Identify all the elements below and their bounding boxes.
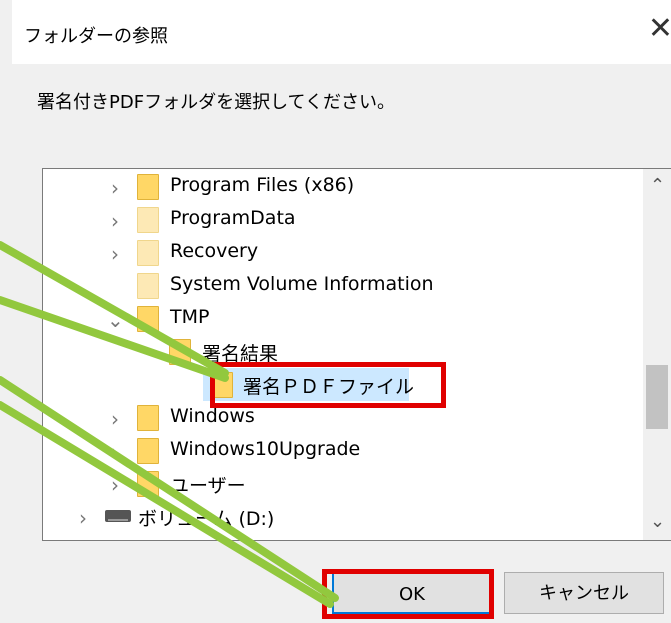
folder-icon bbox=[137, 174, 159, 200]
tree-item-label: 署名ＰＤＦファイル bbox=[243, 376, 415, 398]
tree-item[interactable]: › Windows10Upgrade bbox=[43, 434, 633, 467]
folder-tree[interactable]: › Program Files (x86) › ProgramData › Recover… bbox=[42, 168, 671, 541]
tree-item[interactable]: › ボリューム (D:) bbox=[43, 500, 633, 533]
browse-folder-dialog: フォルダーの参照 ✕ 署名付きPDFフォルダを選択してください。 › Progra… bbox=[12, 0, 671, 623]
title-bar: フォルダーの参照 ✕ bbox=[12, 0, 671, 64]
ok-button[interactable]: OK bbox=[332, 572, 492, 614]
tree-item-label: TMP bbox=[170, 306, 210, 328]
tree-item-label: Windows bbox=[170, 405, 255, 427]
chevron-right-icon[interactable]: › bbox=[107, 440, 123, 464]
tree-item-label: 署名結果 bbox=[202, 343, 279, 365]
folder-icon bbox=[137, 438, 159, 464]
chevron-right-icon[interactable]: › bbox=[107, 407, 123, 431]
close-icon[interactable]: ✕ bbox=[648, 14, 671, 44]
drive-icon bbox=[105, 510, 131, 522]
folder-icon bbox=[137, 306, 159, 332]
folder-icon bbox=[137, 273, 159, 299]
tree-item-label: Program Files (x86) bbox=[170, 174, 355, 196]
folder-icon bbox=[137, 240, 159, 266]
tree-item-label: Windows10Upgrade bbox=[170, 438, 361, 460]
tree-item[interactable]: 署名結果 bbox=[43, 335, 633, 368]
tree-item-label: ProgramData bbox=[170, 207, 296, 229]
chevron-right-icon[interactable]: › bbox=[107, 242, 123, 266]
tree-item-label: System Volume Information bbox=[170, 273, 434, 295]
chevron-right-icon[interactable]: › bbox=[75, 506, 91, 530]
tree-item[interactable]: › Recovery bbox=[43, 236, 633, 269]
scroll-up-icon[interactable]: ⌃ bbox=[650, 175, 665, 196]
cancel-button[interactable]: キャンセル bbox=[504, 572, 664, 614]
scrollbar-thumb[interactable] bbox=[646, 365, 668, 429]
scroll-down-icon[interactable]: ⌄ bbox=[650, 511, 665, 532]
tree-item[interactable]: › Windows bbox=[43, 401, 633, 434]
folder-icon bbox=[137, 207, 159, 233]
folder-icon bbox=[169, 339, 191, 365]
tree-item[interactable]: › Program Files (x86) bbox=[43, 170, 633, 203]
chevron-right-icon[interactable]: › bbox=[107, 473, 123, 497]
tree-item[interactable]: › ProgramData bbox=[43, 203, 633, 236]
chevron-down-icon[interactable]: ⌄ bbox=[107, 308, 124, 332]
instruction-text: 署名付きPDFフォルダを選択してください。 bbox=[37, 92, 395, 113]
tree-item-label: Recovery bbox=[170, 240, 259, 262]
chevron-right-icon[interactable]: › bbox=[107, 209, 123, 233]
tree-item-label: ユーザー bbox=[170, 475, 246, 497]
tree-item[interactable]: 署名ＰＤＦファイル bbox=[203, 368, 414, 401]
folder-icon bbox=[211, 372, 233, 398]
folder-icon bbox=[137, 405, 159, 431]
dialog-title: フォルダーの参照 bbox=[24, 26, 168, 47]
tree-item-label: ボリューム (D:) bbox=[138, 508, 275, 530]
tree-item[interactable]: ⌄ TMP bbox=[43, 302, 633, 335]
chevron-right-icon[interactable]: › bbox=[107, 176, 123, 200]
folder-icon bbox=[137, 471, 159, 497]
vertical-scrollbar[interactable]: ⌃ ⌄ bbox=[643, 169, 671, 540]
tree-item[interactable]: › ユーザー bbox=[43, 467, 633, 500]
tree-item[interactable]: System Volume Information bbox=[43, 269, 633, 302]
